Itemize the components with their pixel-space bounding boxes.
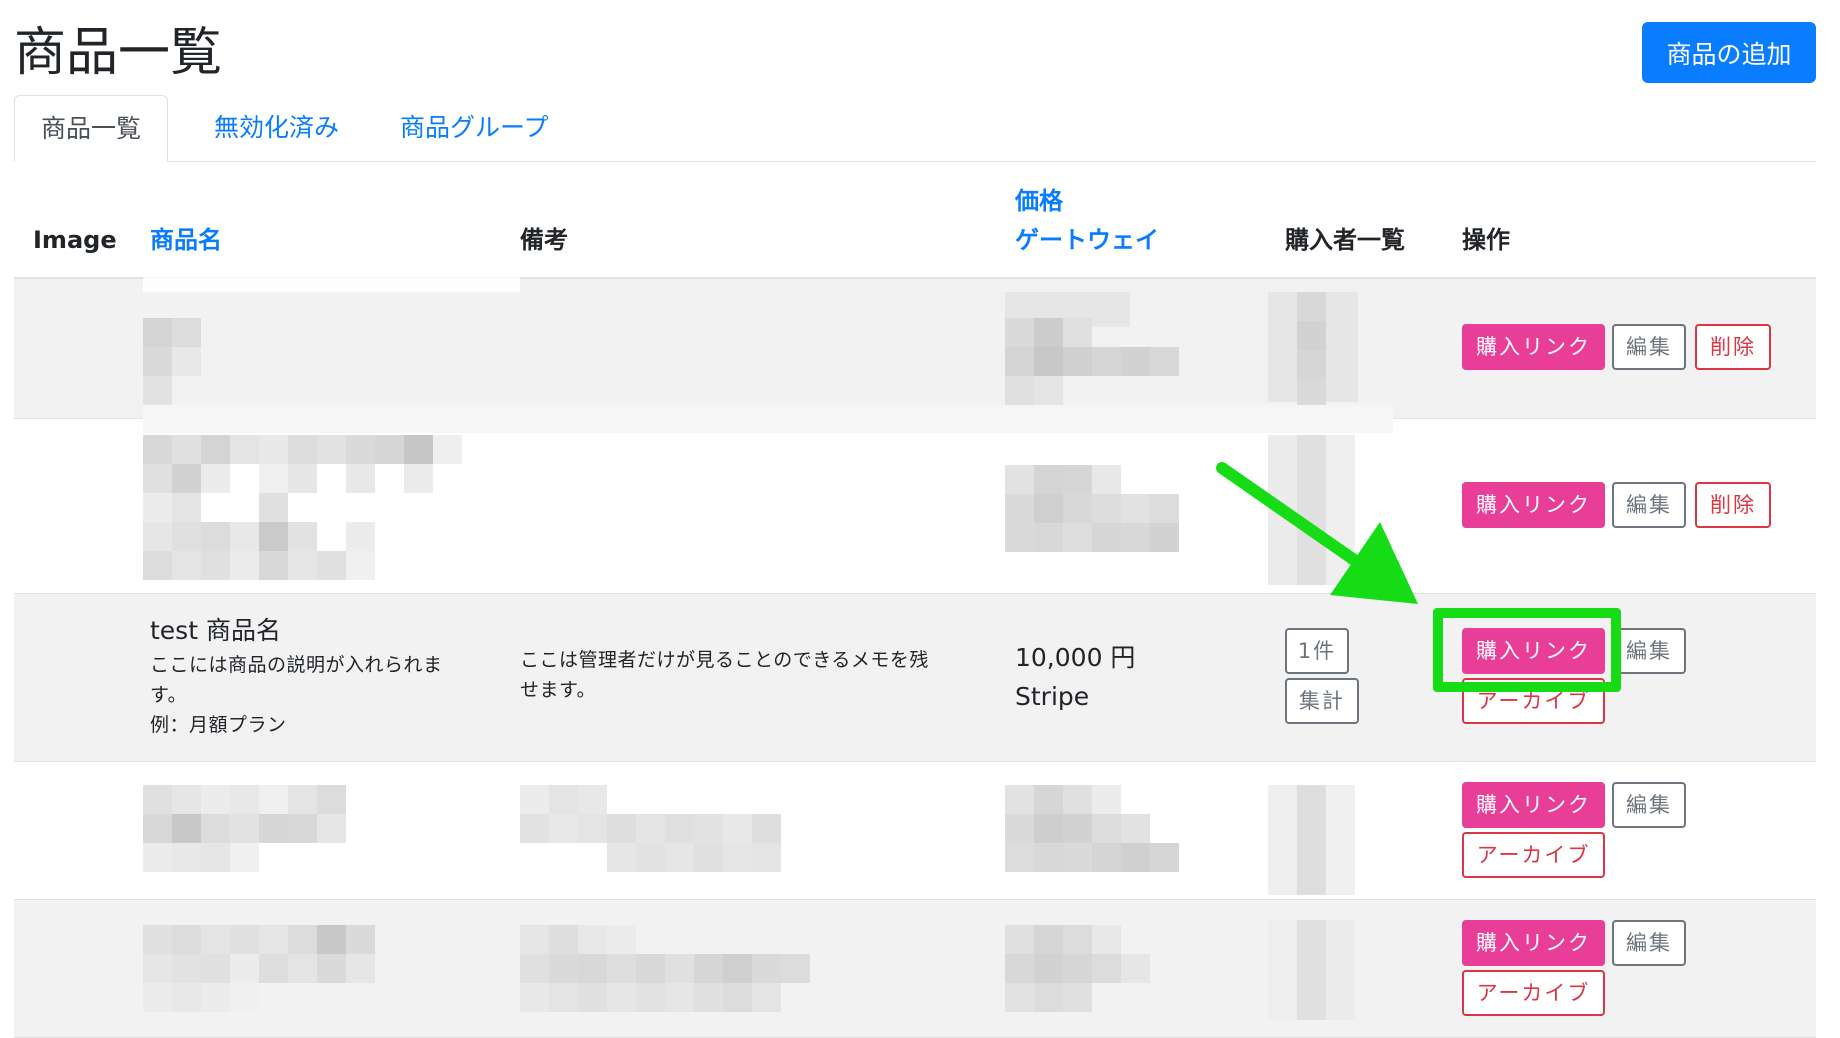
product-description-line: ここには商品の説明が入れられま (150, 654, 443, 676)
pixelated-content (143, 785, 1355, 895)
price-value: 10,000 円 (1015, 643, 1136, 672)
tab-bar: 商品一覧 無効化済み 商品グループ (14, 95, 1816, 162)
tab-disabled[interactable]: 無効化済み (188, 95, 365, 161)
header-price[interactable]: 価格 (1015, 183, 1063, 219)
purchase-link-button[interactable]: 購入リンク (1462, 324, 1605, 370)
gateway-value: Stripe (1015, 682, 1090, 711)
product-name: test 商品名 (150, 616, 281, 645)
add-product-button[interactable]: 商品の追加 (1642, 22, 1816, 83)
memo-line: せます。 (520, 679, 597, 701)
purchase-link-button[interactable]: 購入リンク (1462, 482, 1605, 528)
pixelated-content (143, 405, 1393, 585)
header-product-name[interactable]: 商品名 (150, 222, 222, 258)
edit-button[interactable]: 編集 (1612, 628, 1686, 674)
archive-button[interactable]: アーカイブ (1462, 970, 1605, 1016)
edit-button[interactable]: 編集 (1612, 324, 1686, 370)
page-title: 商品一覧 (14, 23, 223, 83)
tab-product-groups[interactable]: 商品グループ (374, 95, 575, 161)
edit-button[interactable]: 編集 (1612, 782, 1686, 828)
edit-button[interactable]: 編集 (1612, 482, 1686, 528)
archive-button[interactable]: アーカイブ (1462, 832, 1605, 878)
pixelated-content (143, 272, 1358, 408)
header-buyers: 購入者一覧 (1285, 226, 1405, 254)
delete-button[interactable]: 削除 (1695, 324, 1771, 370)
delete-button[interactable]: 削除 (1695, 482, 1771, 528)
product-description-line: 例：月額プラン (150, 714, 287, 736)
tab-product-list[interactable]: 商品一覧 (14, 95, 169, 162)
pixelated-content (143, 920, 1355, 1020)
memo-line: ここは管理者だけが見ることのできるメモを残 (520, 649, 929, 671)
header-gateway[interactable]: ゲートウェイ (1015, 222, 1159, 258)
header-memo: 備考 (520, 226, 568, 254)
edit-button[interactable]: 編集 (1612, 920, 1686, 966)
purchase-link-button[interactable]: 購入リンク (1462, 782, 1605, 828)
header-image: Image (33, 226, 117, 254)
aggregate-button[interactable]: 集計 (1285, 678, 1359, 724)
header-actions: 操作 (1462, 226, 1510, 254)
purchase-link-button[interactable]: 購入リンク (1462, 920, 1605, 966)
highlight-box (1433, 608, 1621, 692)
buyer-count-button[interactable]: 1件 (1285, 628, 1349, 674)
product-description-line: す。 (150, 684, 188, 706)
